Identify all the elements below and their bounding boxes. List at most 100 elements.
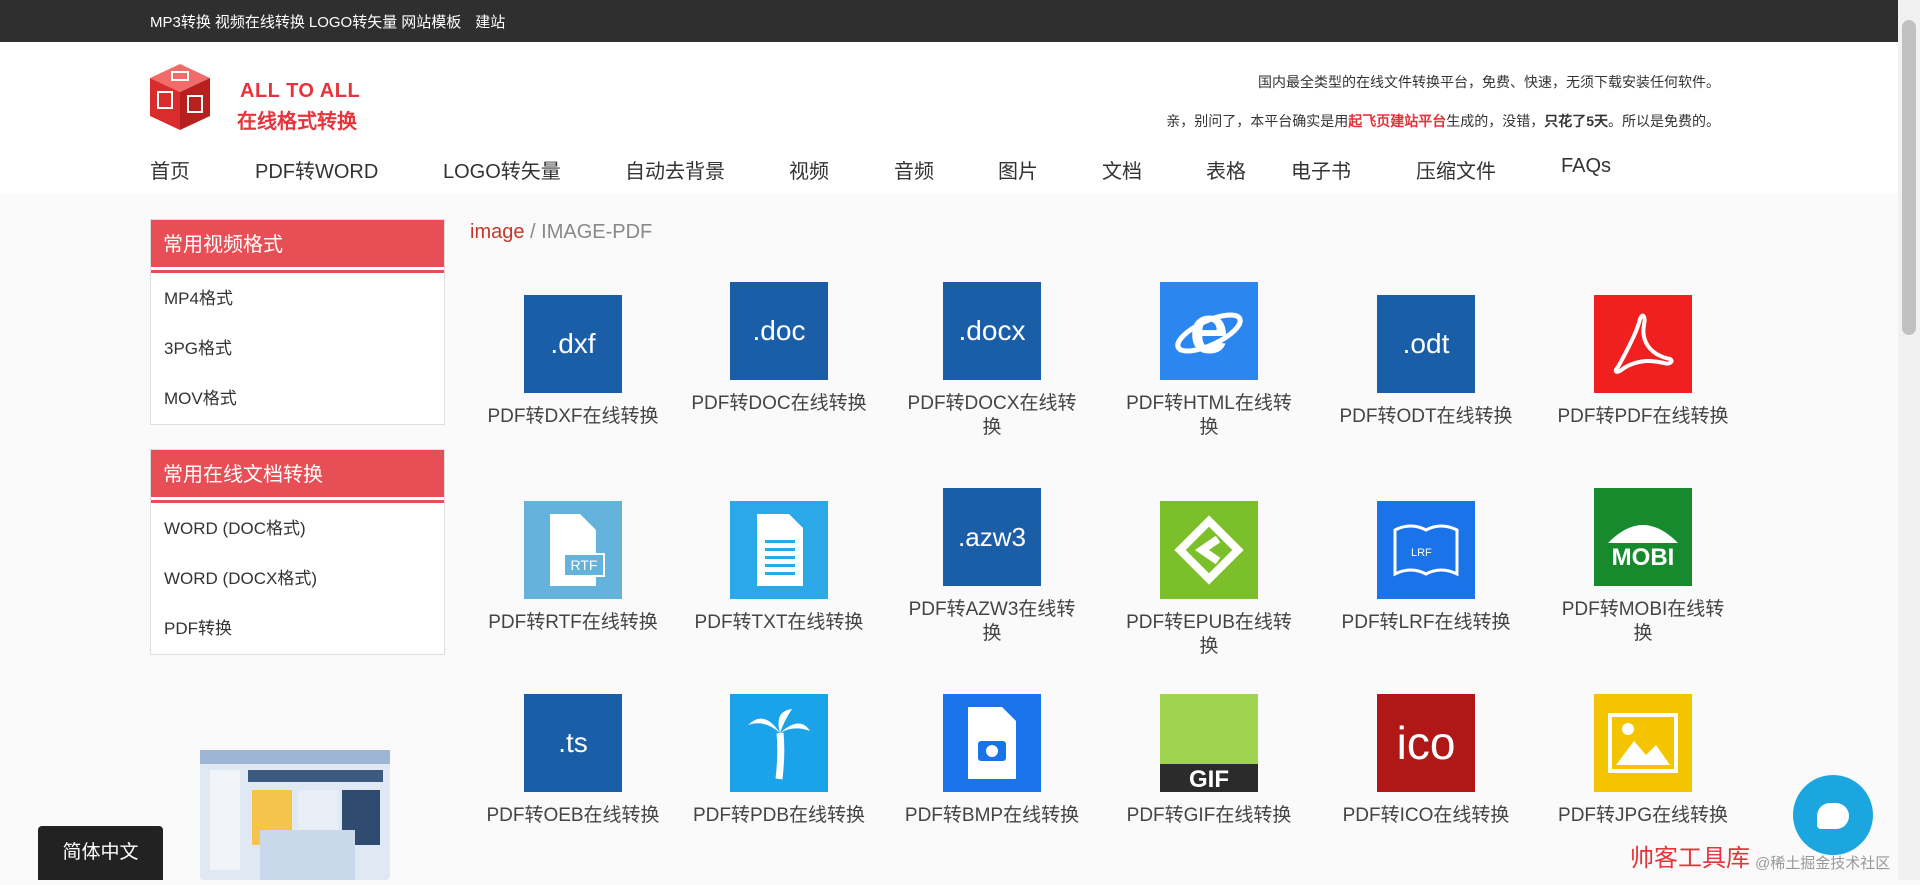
- slogan-line-2: 亲，别问了，本平台确实是用起飞页建站平台生成的，没错，只花了5天。所以是免费的。: [1166, 111, 1720, 131]
- converter-card-doc[interactable]: .doc PDF转DOC在线转换: [679, 282, 879, 416]
- acrobat-icon: [1594, 295, 1692, 393]
- logo-icon[interactable]: [148, 62, 212, 132]
- main-nav: 首页 PDF转WORD LOGO转矢量 自动去背景 视频 音频 图片 文档 表格…: [150, 155, 1621, 184]
- sidebar-item-3pg[interactable]: 3PG格式: [151, 324, 444, 374]
- svg-text:GIF: GIF: [1189, 766, 1229, 792]
- nav-item-ebook[interactable]: 电子书: [1291, 155, 1416, 184]
- top-link-build[interactable]: 建站: [475, 11, 505, 32]
- lrf-icon: LRF: [1377, 501, 1475, 599]
- nav-item-home[interactable]: 首页: [150, 155, 255, 184]
- converter-card-mobi[interactable]: MOBI PDF转MOBI在线转换: [1543, 488, 1743, 646]
- nav-item-document[interactable]: 文档: [1102, 155, 1206, 184]
- converter-card-txt[interactable]: PDF转TXT在线转换: [679, 501, 879, 635]
- converter-card-gif[interactable]: GIF PDF转GIF在线转换: [1109, 694, 1309, 828]
- converter-label: PDF转PDF在线转换: [1557, 406, 1729, 427]
- chat-bubble-icon: [1817, 803, 1849, 829]
- top-link-logo[interactable]: LOGO转矢量: [309, 11, 397, 32]
- sidebar-video-box: 常用视频格式 MP4格式 3PG格式 MOV格式: [150, 219, 445, 425]
- converter-card-oeb[interactable]: .ts PDF转OEB在线转换: [473, 694, 673, 828]
- slogan-line-1: 国内最全类型的在线文件转换平台，免费、快速，无须下载安装任何软件。: [1258, 74, 1720, 90]
- converter-card-azw3[interactable]: .azw3 PDF转AZW3在线转换: [892, 488, 1092, 646]
- sidebar-item-docx[interactable]: WORD (DOCX格式): [151, 554, 444, 604]
- slogan-highlight-link[interactable]: 起飞页建站平台: [1348, 113, 1446, 129]
- top-link-mp3[interactable]: MP3转换: [150, 11, 211, 32]
- logo-title: ALL TO ALL: [240, 80, 361, 102]
- converter-card-dxf[interactable]: .dxf PDF转DXF在线转换: [473, 295, 673, 429]
- nav-item-pdf-word[interactable]: PDF转WORD: [255, 155, 443, 184]
- converter-card-jpg[interactable]: PDF转JPG在线转换: [1543, 694, 1743, 828]
- logo-subtitle: 在线格式转换: [237, 111, 357, 133]
- promo-illustration[interactable]: [160, 735, 430, 880]
- nav-item-image[interactable]: 图片: [998, 155, 1102, 184]
- converter-card-odt[interactable]: .odt PDF转ODT在线转换: [1326, 295, 1526, 429]
- chat-button[interactable]: [1793, 775, 1873, 855]
- sidebar-item-mp4[interactable]: MP4格式: [151, 274, 444, 324]
- converter-card-rtf[interactable]: RTF PDF转RTF在线转换: [473, 501, 673, 635]
- converter-label: PDF转ICO在线转换: [1342, 805, 1510, 826]
- converter-card-lrf[interactable]: LRF PDF转LRF在线转换: [1326, 501, 1526, 635]
- odt-icon: .odt: [1377, 295, 1475, 393]
- nav-item-faqs[interactable]: FAQs: [1561, 155, 1621, 184]
- converter-label: PDF转GIF在线转换: [1126, 805, 1292, 826]
- top-link-template[interactable]: 网站模板: [401, 11, 461, 32]
- ie-icon: e: [1160, 282, 1258, 380]
- bmp-icon: [943, 694, 1041, 792]
- azw3-icon: .azw3: [943, 488, 1041, 586]
- site-header: ALL TO ALL 在线格式转换 国内最全类型的在线文件转换平台，免费、快速，…: [0, 42, 1898, 194]
- palm-icon: [730, 694, 828, 792]
- converter-card-epub[interactable]: PDF转EPUB在线转换: [1109, 501, 1309, 659]
- nav-item-logo[interactable]: LOGO转矢量: [443, 155, 625, 184]
- converter-label: PDF转DXF在线转换: [487, 406, 659, 427]
- converter-label: PDF转JPG在线转换: [1558, 805, 1728, 826]
- sidebar-item-doc[interactable]: WORD (DOC格式): [151, 504, 444, 554]
- nav-item-archive[interactable]: 压缩文件: [1416, 155, 1561, 184]
- sidebar-video-title: 常用视频格式: [151, 220, 444, 270]
- converter-label: PDF转EPUB在线转换: [1126, 612, 1292, 657]
- watermark-gray-text: @稀土掘金技术社区: [1755, 855, 1891, 872]
- epub-icon: [1160, 501, 1258, 599]
- sidebar: 常用视频格式 MP4格式 3PG格式 MOV格式 常用在线文档转换 WORD (…: [150, 219, 445, 679]
- breadcrumb: image / IMAGE-PDF: [470, 221, 652, 244]
- slogan-bold: 只花了5天: [1544, 113, 1608, 129]
- breadcrumb-current: IMAGE-PDF: [541, 221, 653, 243]
- mobi-icon: MOBI: [1594, 488, 1692, 586]
- converter-label: PDF转LRF在线转换: [1341, 612, 1511, 633]
- converter-label: PDF转PDB在线转换: [692, 805, 866, 826]
- converter-label: PDF转AZW3在线转换: [908, 599, 1076, 644]
- ico-icon: ico: [1377, 694, 1475, 792]
- sidebar-item-mov[interactable]: MOV格式: [151, 374, 444, 424]
- top-bar: MP3转换 视频在线转换 LOGO转矢量 网站模板 建站: [0, 0, 1898, 42]
- converter-label: PDF转ODT在线转换: [1339, 406, 1513, 427]
- converter-card-bmp[interactable]: PDF转BMP在线转换: [892, 694, 1092, 828]
- scrollbar-thumb[interactable]: [1902, 20, 1916, 335]
- gif-icon: GIF: [1160, 694, 1258, 792]
- svg-text:RTF: RTF: [571, 557, 598, 573]
- nav-item-remove-bg[interactable]: 自动去背景: [625, 155, 789, 184]
- converter-label: PDF转MOBI在线转换: [1561, 599, 1725, 644]
- language-switch-button[interactable]: 简体中文: [38, 826, 163, 880]
- sidebar-item-pdf[interactable]: PDF转换: [151, 604, 444, 654]
- converter-card-ico[interactable]: ico PDF转ICO在线转换: [1326, 694, 1526, 828]
- breadcrumb-link-image[interactable]: image: [470, 221, 524, 243]
- page-scrollbar[interactable]: [1898, 0, 1920, 880]
- sidebar-doc-title: 常用在线文档转换: [151, 450, 444, 500]
- converter-label: PDF转TXT在线转换: [694, 612, 864, 633]
- nav-item-spreadsheet[interactable]: 表格: [1206, 155, 1291, 184]
- doc-icon: .doc: [730, 282, 828, 380]
- slogan-suffix: 。所以是免费的。: [1608, 113, 1720, 129]
- docx-icon: .docx: [943, 282, 1041, 380]
- sidebar-doc-box: 常用在线文档转换 WORD (DOC格式) WORD (DOCX格式) PDF转…: [150, 449, 445, 655]
- converter-card-pdb[interactable]: PDF转PDB在线转换: [679, 694, 879, 828]
- nav-item-video[interactable]: 视频: [789, 155, 894, 184]
- converter-card-pdf[interactable]: PDF转PDF在线转换: [1543, 295, 1743, 429]
- top-links: MP3转换 视频在线转换 LOGO转矢量 网站模板 建站: [150, 0, 509, 42]
- converter-label: PDF转DOC在线转换: [691, 393, 867, 414]
- nav-item-audio[interactable]: 音频: [894, 155, 998, 184]
- top-link-video[interactable]: 视频在线转换: [215, 11, 305, 32]
- breadcrumb-separator: /: [524, 221, 542, 243]
- slogan-prefix: 亲，别问了，本平台确实是用: [1166, 113, 1349, 129]
- oeb-icon: .ts: [524, 694, 622, 792]
- converter-card-docx[interactable]: .docx PDF转DOCX在线转换: [892, 282, 1092, 440]
- converter-label: PDF转BMP在线转换: [904, 805, 1080, 826]
- converter-card-html[interactable]: e PDF转HTML在线转换: [1109, 282, 1309, 440]
